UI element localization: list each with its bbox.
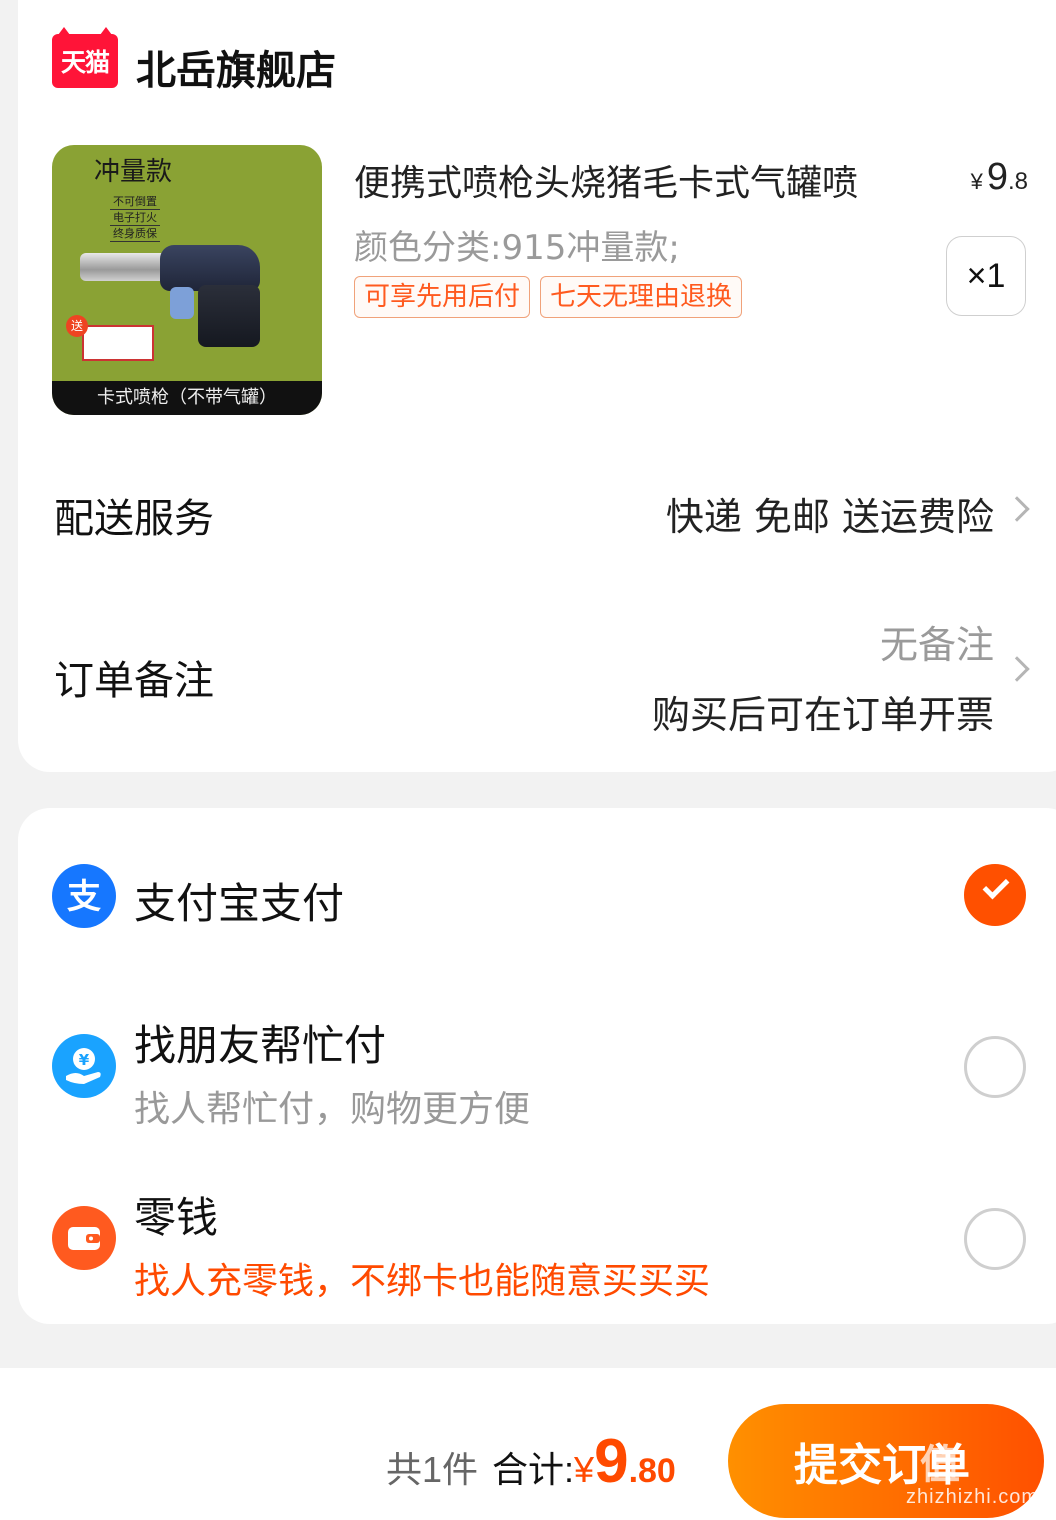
tmall-logo-icon: 天猫 [52,27,118,88]
watermark: zhizhizhi.com [906,1486,1040,1508]
svg-text:¥: ¥ [79,1051,90,1069]
remark-value: 无备注 [879,623,994,667]
order-card: 天猫 北岳旗舰店 冲量款 不可倒置 电子打火 终身质保 送 卡式喷枪（不带气罐）… [18,0,1056,772]
chevron-right-icon [1004,656,1030,682]
torch-handle [198,285,260,347]
product-image-caption: 卡式喷枪（不带气罐） [52,381,322,415]
friend-pay-icon: ¥ [52,1034,116,1098]
tag-pay-later: 可享先用后付 [354,276,531,318]
product-image-title: 冲量款 [94,157,173,187]
product-price: ¥9.8 [971,156,1028,199]
total-label: 合计: [492,1449,575,1490]
svg-text:支: 支 [67,877,101,917]
total-amount: ¥9.80 [574,1427,676,1496]
delivery-label: 配送服务 [54,496,214,542]
torch-trigger [170,287,194,319]
product-title[interactable]: 便携式喷枪头烧猪毛卡式气罐喷 [354,154,914,206]
order-total: 共1件 合计:¥9.80 [386,1426,676,1497]
pay-option-subtitle: 找人充零钱，不绑卡也能随意买买买 [134,1261,711,1302]
pay-radio[interactable] [964,1036,1026,1098]
price-dec: .8 [1007,168,1028,195]
price-currency: ¥ [970,169,983,194]
gift-tag: 送 [66,315,88,337]
product-image-note: 电子打火 [110,209,160,226]
quantity-stepper[interactable]: ×1 [946,236,1026,316]
watermark-logo: 值 [920,1442,960,1488]
payment-card: 支 支付宝支付 ¥ 找朋友帮忙付 找人帮忙付，购物更方便 零钱 找人充零钱，不绑… [18,808,1056,1324]
remark-label: 订单备注 [54,658,214,704]
torch-barrel [80,253,168,281]
product-image-note: 终身质保 [110,225,160,242]
product-image[interactable]: 冲量款 不可倒置 电子打火 终身质保 送 卡式喷枪（不带气罐） [52,145,322,415]
alipay-icon: 支 [52,864,116,928]
pay-radio-selected[interactable] [964,864,1026,926]
tag-seven-day-return: 七天无理由退换 [540,276,743,318]
product-spec: 颜色分类:915冲量款; [354,228,680,268]
gift-item [82,325,154,361]
item-count: 共1件 [386,1449,479,1490]
pay-radio[interactable] [964,1208,1026,1270]
pay-option-title: 零钱 [134,1193,219,1242]
product-image-note: 不可倒置 [110,193,160,210]
delivery-value: 快递 免邮 送运费险 [665,495,994,539]
price-int: 9 [986,156,1008,198]
store-name[interactable]: 北岳旗舰店 [136,38,336,96]
remark-invoice-note: 购买后可在订单开票 [651,693,994,737]
chevron-right-icon [1004,496,1030,522]
pay-option-title: 找朋友帮忙付 [134,1021,387,1070]
service-tags: 可享先用后付 七天无理由退换 [354,276,743,318]
wallet-icon [52,1206,116,1270]
pay-option-subtitle: 找人帮忙付，购物更方便 [134,1089,531,1130]
check-icon [982,872,1010,900]
pay-option-title: 支付宝支付 [134,879,345,928]
